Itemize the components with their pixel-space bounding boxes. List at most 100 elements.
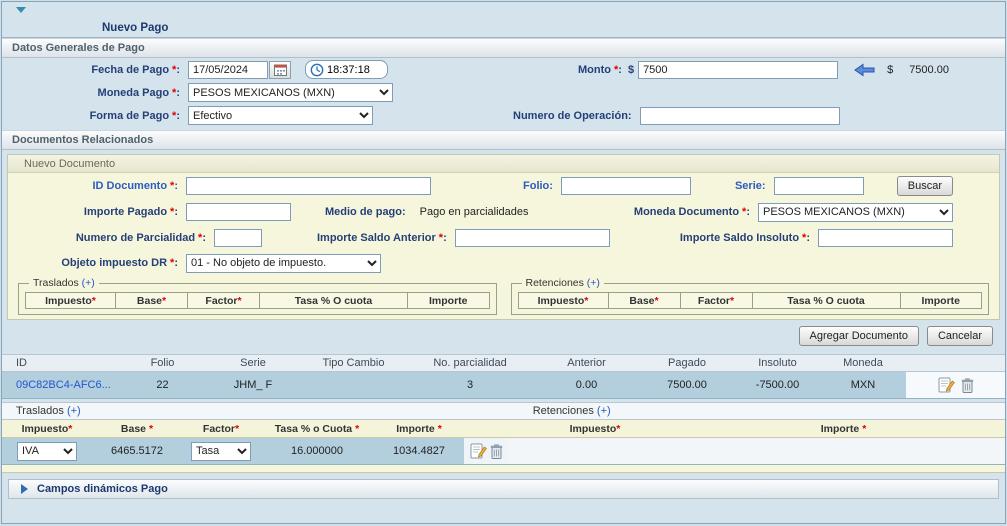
tax-col-actions <box>464 420 508 437</box>
document-actions-row: Agregar Documento Cancelar <box>2 320 1005 352</box>
monto-display-value: 7500.00 <box>909 64 949 76</box>
traslados-section-label: Traslados (+) <box>2 405 81 417</box>
delete-tax-icon[interactable] <box>490 444 503 459</box>
tax-impuesto-select[interactable]: IVA <box>17 442 77 461</box>
delete-document-icon[interactable] <box>961 378 974 393</box>
campos-dinamicos-label: Campos dinámicos Pago <box>37 483 168 495</box>
importe-saldo-insoluto-input[interactable] <box>818 229 953 247</box>
moneda-documento-select[interactable]: PESOS MEXICANOS (MXN) <box>758 203 953 222</box>
edit-tax-icon[interactable] <box>470 443 487 459</box>
retenciones-col-tasa: Tasa % O cuota <box>753 293 901 308</box>
importe-saldo-insoluto-label: Importe Saldo Insoluto*: <box>680 232 810 244</box>
id-documento-input[interactable] <box>186 177 431 195</box>
numero-parcialidad-input[interactable] <box>214 229 262 247</box>
tax-tasa-value: 16.000000 <box>260 438 374 464</box>
col-tipo-cambio: Tipo Cambio <box>301 357 406 369</box>
collapse-section-icon[interactable] <box>16 7 26 13</box>
impuestos-caption-bar: Traslados (+) Retenciones (+) <box>2 402 1005 420</box>
traslados-col-base: Base* <box>116 293 188 308</box>
numero-operacion-input[interactable] <box>640 107 840 125</box>
impuestos-fieldsets-row: Traslados (+) Impuesto* Base* Factor* Ta… <box>8 275 999 315</box>
datos-generales-title: Datos Generales de Pago <box>12 42 145 54</box>
apply-amount-arrow-icon[interactable] <box>854 63 875 77</box>
folio-input[interactable] <box>561 177 691 195</box>
serie-input[interactable] <box>774 177 864 195</box>
retenciones-col-factor: Factor* <box>681 293 753 308</box>
importe-pagado-input[interactable] <box>186 203 291 221</box>
hora-pago-input[interactable] <box>327 63 383 77</box>
nuevo-documento-title: Nuevo Documento <box>24 158 115 170</box>
objeto-impuesto-select[interactable]: 01 - No objeto de impuesto. <box>186 254 381 273</box>
tax-base-value: 6465.5172 <box>92 438 182 464</box>
numero-operacion-label: Numero de Operación: <box>513 110 632 122</box>
table-row: 09C82BC4-AFC6... 22 JHM_ F 3 0.00 7500.0… <box>2 372 1005 399</box>
moneda-documento-label: Moneda Documento*: <box>634 206 750 218</box>
add-retencion-row-link[interactable]: (+) <box>597 405 611 417</box>
calendar-button[interactable] <box>269 61 291 79</box>
document-anterior-value: 0.00 <box>534 379 639 391</box>
agregar-documento-button[interactable]: Agregar Documento <box>799 326 919 346</box>
tax-factor-select[interactable]: Tasa <box>191 442 251 461</box>
id-documento-label: ID Documento*: <box>16 180 178 192</box>
display-currency-symbol: $ <box>887 64 893 76</box>
col-moneda: Moneda <box>820 357 906 369</box>
ret-col-impuesto: Impuesto* <box>508 420 682 437</box>
tax-importe-value: 1034.4827 <box>374 438 464 464</box>
document-insoluto-value: -7500.00 <box>735 379 820 391</box>
tax-col-factor: Factor* <box>182 420 260 437</box>
numero-parcialidad-label: Numero de Parcialidad*: <box>16 232 206 244</box>
col-actions <box>906 355 1005 371</box>
document-moneda-value: MXN <box>820 379 906 391</box>
moneda-pago-label: Moneda Pago*: <box>10 87 180 99</box>
hora-pago-field <box>305 60 388 79</box>
buscar-button[interactable]: Buscar <box>897 176 953 196</box>
campos-dinamicos-bar[interactable]: Campos dinámicos Pago <box>8 479 999 499</box>
importe-saldo-anterior-label: Importe Saldo Anterior*: <box>317 232 447 244</box>
tax-factor-cell: Tasa <box>182 438 260 464</box>
retenciones-fieldset-legend: Retenciones (+) <box>522 277 604 289</box>
forma-pago-row: Forma de Pago*: Efectivo Numero de Opera… <box>2 104 1005 127</box>
fecha-pago-input[interactable] <box>188 61 268 79</box>
tax-impuesto-cell: IVA <box>2 438 92 464</box>
monto-input[interactable] <box>638 61 838 79</box>
expand-campos-icon[interactable] <box>21 484 28 494</box>
retenciones-mini-table: Impuesto* Base* Factor* Tasa % O cuota I… <box>518 292 983 309</box>
parcialidad-saldos-row: Numero de Parcialidad*: Importe Saldo An… <box>8 225 999 251</box>
add-retencion-link[interactable]: (+) <box>587 277 600 289</box>
ret-impuesto-cell <box>508 438 682 464</box>
col-pagado: Pagado <box>639 357 735 369</box>
top-toolbar <box>2 2 1005 18</box>
folio-label: Folio: <box>523 180 553 192</box>
forma-pago-select[interactable]: Efectivo <box>188 106 373 125</box>
edit-document-icon[interactable] <box>938 377 955 393</box>
serie-label: Serie: <box>735 180 766 192</box>
traslados-col-importe: Importe <box>408 293 489 308</box>
traslados-fieldset-legend: Traslados (+) <box>29 277 99 289</box>
traslados-col-tasa: Tasa % O cuota <box>260 293 408 308</box>
moneda-pago-select[interactable]: PESOS MEXICANOS (MXN) <box>188 83 393 102</box>
clock-icon[interactable] <box>310 63 324 77</box>
add-traslado-link[interactable]: (+) <box>82 277 95 289</box>
objeto-impuesto-row: Objeto impuesto DR*: 01 - No objeto de i… <box>8 251 999 275</box>
col-anterior: Anterior <box>534 357 639 369</box>
tax-col-tasa: Tasa % o Cuota* <box>260 420 374 437</box>
form-title-bar: Nuevo Pago <box>2 18 1005 38</box>
page-title: Nuevo Pago <box>102 22 168 34</box>
retenciones-fieldset: Retenciones (+) Impuesto* Base* Factor* … <box>511 277 990 315</box>
datos-generales-header: Datos Generales de Pago <box>2 38 1005 58</box>
impuestos-table-footer <box>2 465 1005 473</box>
retenciones-col-importe: Importe <box>901 293 982 308</box>
retenciones-col-base: Base* <box>609 293 681 308</box>
col-insoluto: Insoluto <box>735 357 820 369</box>
ret-importe-cell <box>682 438 1005 464</box>
fecha-monto-row: Fecha de Pago*: Monto*: $ $ 7500.00 <box>2 58 1005 81</box>
medio-pago-label: Medio de pago: <box>325 206 406 218</box>
impuestos-table: Impuesto* Base* Factor* Tasa % o Cuota* … <box>2 420 1005 473</box>
cancelar-button[interactable]: Cancelar <box>927 326 993 346</box>
tax-col-base: Base* <box>92 420 182 437</box>
importe-saldo-anterior-input[interactable] <box>455 229 610 247</box>
add-traslado-row-link[interactable]: (+) <box>67 405 81 417</box>
document-row-actions <box>906 372 1005 398</box>
nuevo-documento-header: Nuevo Documento <box>8 155 999 173</box>
document-folio-value: 22 <box>120 379 205 391</box>
